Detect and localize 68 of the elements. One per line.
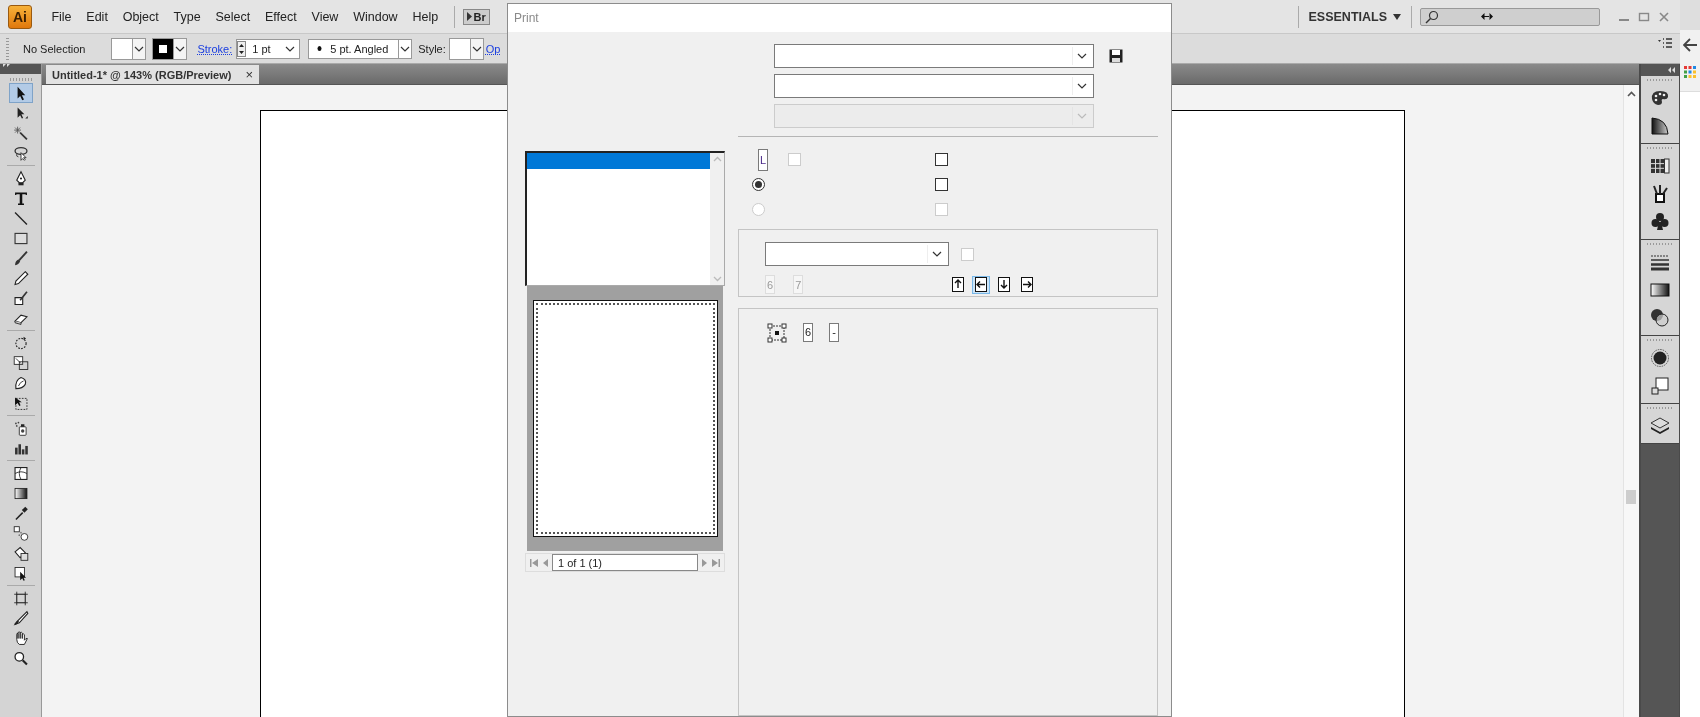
back-arrow-icon[interactable] (1683, 38, 1697, 52)
overlapping-circles-icon[interactable] (1649, 307, 1671, 329)
apps-grid-icon[interactable] (1684, 66, 1696, 78)
dark-circle-icon[interactable] (1649, 347, 1671, 369)
landscape-page-icon[interactable] (972, 275, 991, 294)
caret-icon (1077, 113, 1087, 119)
document-tab[interactable]: Untitled-1* @ 143% (RGB/Preview) × (46, 65, 260, 84)
app-logo: Ai (8, 4, 32, 29)
scroll-thumb[interactable] (1626, 490, 1636, 504)
spinner-arrows-icon (237, 40, 247, 57)
dropdown[interactable] (774, 44, 1094, 68)
caret-icon (400, 45, 411, 52)
menu-item[interactable]: Effect (257, 9, 305, 24)
play-arrow-icon (466, 12, 472, 21)
close-icon[interactable] (1658, 10, 1670, 23)
stroke-swatch[interactable] (152, 37, 188, 60)
tab-close-button[interactable]: × (245, 67, 254, 82)
menu-item[interactable]: View (304, 9, 346, 24)
resize-cursor-icon (1481, 13, 1493, 20)
brush-dot-icon (317, 46, 323, 51)
menu-item[interactable]: Window (345, 9, 406, 24)
stroke-weight-field[interactable]: 1 pt (236, 38, 301, 59)
menu-item[interactable]: Select (208, 9, 258, 24)
selection-status: No Selection (23, 42, 86, 55)
stacked-squares-icon[interactable] (1649, 375, 1671, 397)
x-position-field[interactable]: 6 (803, 322, 814, 342)
search-icon (1425, 9, 1439, 24)
search-field[interactable] (1420, 7, 1600, 26)
bridge-button[interactable]: Br (462, 8, 490, 25)
copies-field[interactable]: L (758, 148, 769, 171)
fill-swatch[interactable] (111, 37, 147, 60)
caret-icon (285, 45, 296, 52)
caret-icon (932, 251, 942, 257)
swatch-grid-icon[interactable] (1649, 155, 1671, 177)
menu-item[interactable]: File (44, 9, 79, 24)
maximize-icon[interactable] (1638, 10, 1650, 23)
dropdown[interactable] (765, 242, 949, 266)
caret-icon (175, 45, 186, 52)
dropdown-triangle-icon (1393, 13, 1401, 20)
dropdown[interactable] (774, 74, 1094, 98)
brush-dropdown[interactable]: 5 pt. Angled (308, 38, 413, 59)
menu-item[interactable]: Edit (78, 9, 116, 24)
club-icon[interactable] (1649, 211, 1671, 233)
menu-item[interactable]: Help (405, 9, 446, 24)
style-swatch[interactable] (448, 37, 484, 60)
stacked-layers-icon[interactable] (1649, 415, 1671, 437)
menu-item[interactable]: Object (115, 9, 167, 24)
caret-icon (134, 45, 145, 52)
panel-menu-icon[interactable] (1658, 38, 1672, 49)
opacity-link[interactable]: Op (485, 42, 501, 55)
reference-point-icon[interactable] (767, 322, 787, 343)
y-position-field[interactable]: - (829, 322, 840, 342)
checkbox[interactable] (935, 153, 948, 166)
checkbox[interactable] (935, 178, 948, 191)
stroke-link[interactable]: Stroke: (197, 42, 233, 55)
workspace-switcher[interactable]: ESSENTIALS (1306, 9, 1411, 24)
collapse-arrows-icon[interactable] (1668, 67, 1676, 73)
caret-icon (471, 45, 482, 52)
caret-icon (1077, 83, 1087, 89)
style-label: Style: (418, 42, 446, 55)
vertical-scrollbar[interactable] (1623, 85, 1639, 717)
scroll-up-icon[interactable] (1627, 91, 1636, 97)
dialog-title: Print (508, 4, 1171, 32)
quarter-circle-gradient-icon[interactable] (1649, 115, 1671, 137)
caret-icon (1077, 53, 1087, 59)
page-field[interactable]: 1 of 1 (1) (552, 554, 698, 571)
menu-item[interactable]: Type (166, 9, 209, 24)
radio-button[interactable] (752, 178, 765, 191)
